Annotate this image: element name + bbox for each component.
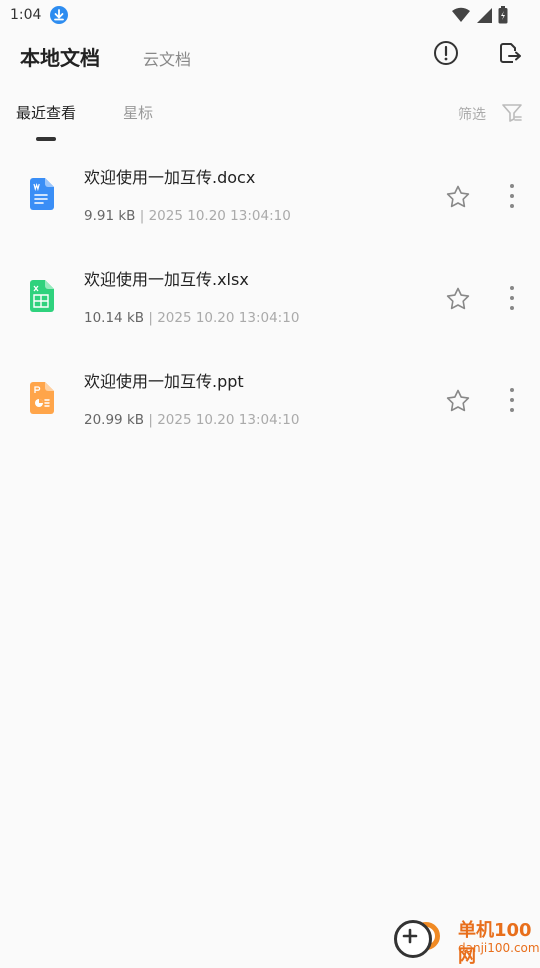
status-bar: 1:04 xyxy=(0,0,540,32)
app-header: 本地文档 云文档 xyxy=(0,34,540,78)
filter-button[interactable]: 筛选 xyxy=(458,104,486,124)
file-name: 欢迎使用一加互传.xlsx xyxy=(84,270,249,289)
file-name: 欢迎使用一加互传.ppt xyxy=(84,372,244,391)
info-icon[interactable] xyxy=(431,38,461,68)
tab-cloud-docs[interactable]: 云文档 xyxy=(143,46,191,70)
ppt-file-icon xyxy=(28,382,54,414)
tab-starred[interactable]: 星标 xyxy=(123,102,153,123)
file-size: 20.99 kB xyxy=(84,412,145,428)
meta-separator: | xyxy=(148,412,153,428)
file-meta: 9.91 kB | 2025 10.20 13:04:10 xyxy=(84,208,291,224)
tab-indicator xyxy=(36,137,56,141)
file-date: 2025 10.20 13:04:10 xyxy=(148,208,291,224)
file-date: 2025 10.20 13:04:10 xyxy=(157,310,300,326)
more-icon[interactable] xyxy=(500,182,524,210)
file-meta: 10.14 kB | 2025 10.20 13:04:10 xyxy=(84,310,299,326)
word-file-icon xyxy=(28,178,54,210)
tab-local-docs[interactable]: 本地文档 xyxy=(20,42,100,71)
signal-icon xyxy=(476,7,492,23)
watermark-logo: 单机100网 danji100.com xyxy=(390,910,540,967)
file-size: 9.91 kB xyxy=(84,208,136,224)
star-icon[interactable] xyxy=(445,388,471,414)
battery-icon xyxy=(498,6,508,24)
watermark-url: danji100.com xyxy=(458,941,540,955)
sub-tabs: 最近查看 星标 筛选 xyxy=(0,96,540,146)
file-list: 欢迎使用一加互传.docx 9.91 kB | 2025 10.20 13:04… xyxy=(0,148,540,454)
star-icon[interactable] xyxy=(445,184,471,210)
file-row[interactable]: 欢迎使用一加互传.docx 9.91 kB | 2025 10.20 13:04… xyxy=(0,148,540,250)
more-icon[interactable] xyxy=(500,284,524,312)
status-time: 1:04 xyxy=(10,7,42,23)
wifi-icon xyxy=(452,7,470,23)
watermark-plus-icon xyxy=(394,920,432,958)
meta-separator: | xyxy=(148,310,153,326)
tab-recent[interactable]: 最近查看 xyxy=(16,102,76,123)
meta-separator: | xyxy=(139,208,145,224)
file-date: 2025 10.20 13:04:10 xyxy=(157,412,300,428)
file-name: 欢迎使用一加互传.docx xyxy=(84,168,256,187)
file-row[interactable]: 欢迎使用一加互传.ppt 20.99 kB | 2025 10.20 13:04… xyxy=(0,352,540,454)
more-icon[interactable] xyxy=(500,386,524,414)
file-size: 10.14 kB xyxy=(84,310,145,326)
download-icon xyxy=(50,6,68,24)
excel-file-icon xyxy=(28,280,54,312)
file-meta: 20.99 kB | 2025 10.20 13:04:10 xyxy=(84,412,299,428)
star-icon[interactable] xyxy=(445,286,471,312)
file-row[interactable]: 欢迎使用一加互传.xlsx 10.14 kB | 2025 10.20 13:0… xyxy=(0,250,540,352)
filter-icon[interactable] xyxy=(500,101,524,125)
export-icon[interactable] xyxy=(494,38,524,68)
